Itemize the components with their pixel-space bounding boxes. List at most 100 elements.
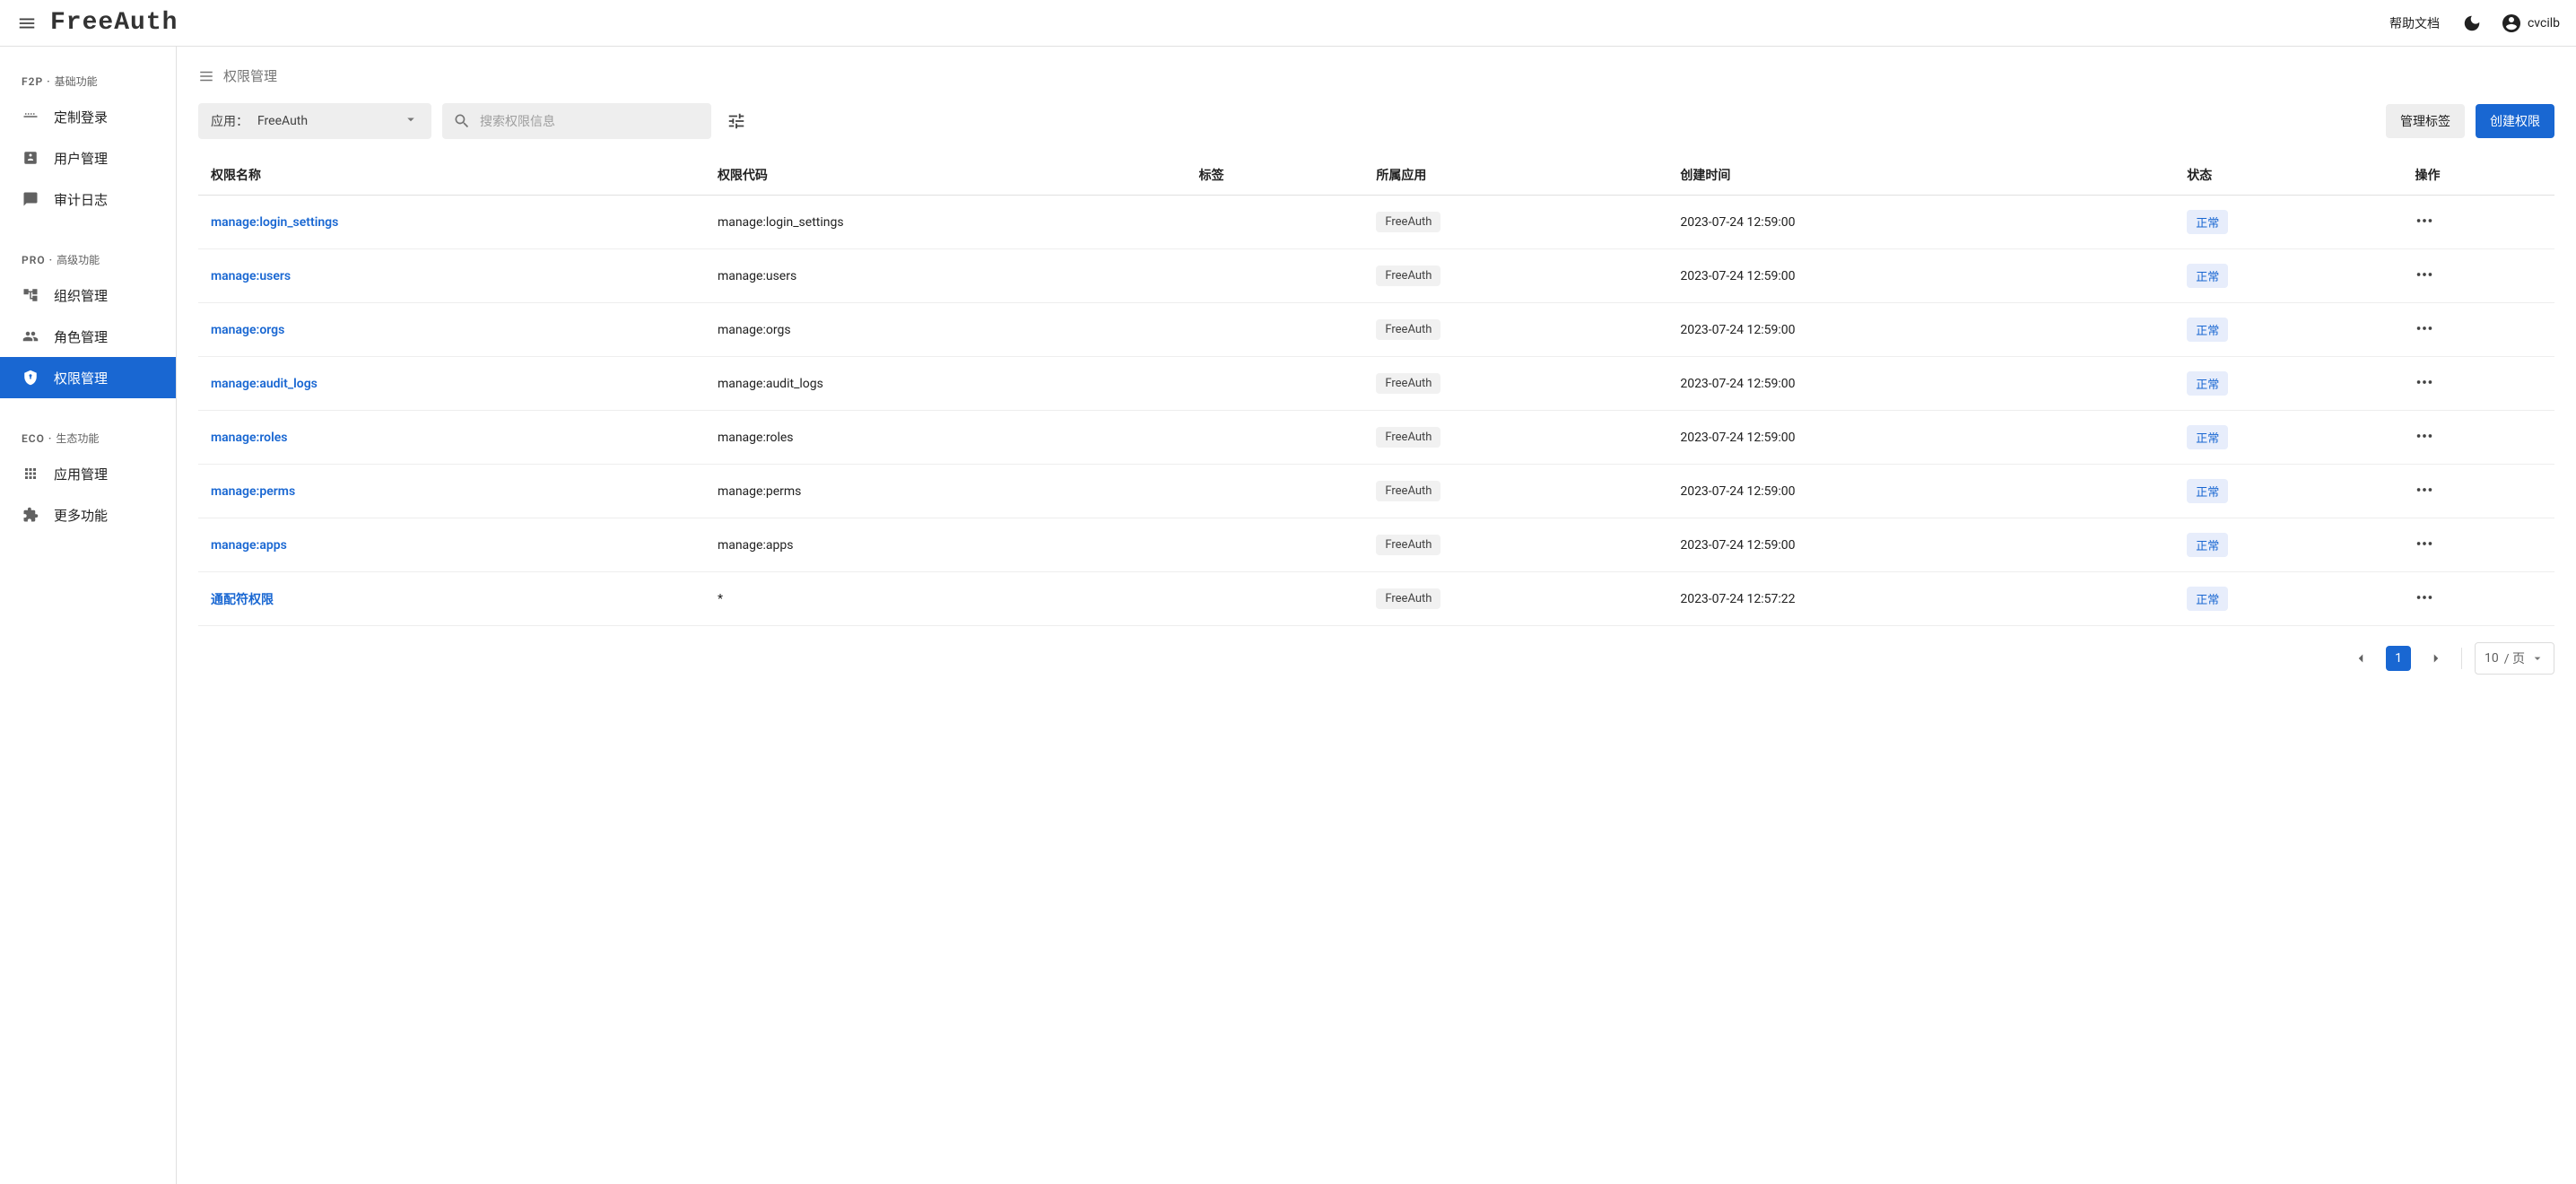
help-docs-link[interactable]: 帮助文档 — [2389, 14, 2440, 32]
more-horiz-icon — [2415, 211, 2434, 231]
sidebar-item-role-mgmt[interactable]: 角色管理 — [0, 316, 176, 357]
status-badge: 正常 — [2187, 318, 2228, 342]
divider — [2461, 648, 2462, 669]
app-filter-select[interactable]: 应用： FreeAuth — [198, 103, 431, 139]
created-at: 2023-07-24 12:59:00 — [1667, 411, 2174, 465]
avatar-icon — [2501, 13, 2522, 34]
chevron-down-icon — [403, 111, 419, 131]
user-menu[interactable]: cvcilb — [2501, 13, 2560, 34]
moon-icon — [2462, 13, 2482, 33]
perm-name-link[interactable]: manage:roles — [211, 431, 287, 445]
table-row: manage:permsmanage:permsFreeAuth2023-07-… — [198, 465, 2554, 518]
sidebar-item-label: 组织管理 — [54, 286, 108, 305]
col-header-name[interactable]: 权限名称 — [198, 155, 705, 196]
created-at: 2023-07-24 12:59:00 — [1667, 303, 2174, 357]
more-horiz-icon — [2415, 588, 2434, 607]
sidebar-item-label: 权限管理 — [54, 369, 108, 387]
sidebar-item-label: 审计日志 — [54, 190, 108, 209]
perm-name-link[interactable]: manage:audit_logs — [211, 377, 318, 391]
table-row: manage:login_settingsmanage:login_settin… — [198, 196, 2554, 249]
status-badge: 正常 — [2187, 533, 2228, 557]
hamburger-menu-button[interactable] — [16, 13, 38, 34]
created-at: 2023-07-24 12:59:00 — [1667, 249, 2174, 303]
app-chip: FreeAuth — [1376, 427, 1440, 448]
col-header-app[interactable]: 所属应用 — [1363, 155, 1667, 196]
perm-code: manage:orgs — [705, 303, 1187, 357]
list-icon — [198, 68, 214, 84]
row-actions-button[interactable] — [2415, 543, 2434, 557]
perm-code: manage:users — [705, 249, 1187, 303]
chat-icon — [22, 190, 39, 208]
table-row: manage:appsmanage:appsFreeAuth2023-07-24… — [198, 518, 2554, 572]
dark-mode-toggle[interactable] — [2459, 11, 2485, 36]
sidebar-item-user-mgmt[interactable]: 用户管理 — [0, 137, 176, 178]
perm-tag — [1187, 465, 1364, 518]
page-title: 权限管理 — [223, 66, 277, 85]
perm-name-link[interactable]: manage:login_settings — [211, 215, 338, 230]
perm-tag — [1187, 303, 1364, 357]
row-actions-button[interactable] — [2415, 381, 2434, 396]
next-page-button[interactable] — [2424, 642, 2449, 675]
table-row: manage:usersmanage:usersFreeAuth2023-07-… — [198, 249, 2554, 303]
perm-code: manage:apps — [705, 518, 1187, 572]
sidebar-item-app-mgmt[interactable]: 应用管理 — [0, 453, 176, 494]
col-header-tag[interactable]: 标签 — [1187, 155, 1364, 196]
app-chip: FreeAuth — [1376, 319, 1440, 340]
status-badge: 正常 — [2187, 425, 2228, 449]
chevron-down-icon — [2530, 651, 2545, 666]
password-icon — [22, 108, 39, 126]
sidebar-item-perm-mgmt[interactable]: 权限管理 — [0, 357, 176, 398]
perm-code: manage:roles — [705, 411, 1187, 465]
sidebar-item-audit-log[interactable]: 审计日志 — [0, 178, 176, 220]
sidebar-item-more[interactable]: 更多功能 — [0, 494, 176, 535]
col-header-code[interactable]: 权限代码 — [705, 155, 1187, 196]
col-header-created[interactable]: 创建时间 — [1667, 155, 2174, 196]
perm-name-link[interactable]: manage:orgs — [211, 323, 284, 337]
manage-tags-button[interactable]: 管理标签 — [2386, 104, 2465, 138]
more-horiz-icon — [2415, 372, 2434, 392]
search-input[interactable] — [480, 114, 701, 128]
app-header: FreeAuth 帮助文档 cvcilb — [0, 0, 2576, 47]
perm-tag — [1187, 357, 1364, 411]
perm-code: * — [705, 572, 1187, 626]
row-actions-button[interactable] — [2415, 435, 2434, 449]
table-row: manage:audit_logsmanage:audit_logsFreeAu… — [198, 357, 2554, 411]
permissions-table: 权限名称 权限代码 标签 所属应用 创建时间 状态 操作 manage:logi… — [198, 155, 2554, 626]
username: cvcilb — [2528, 16, 2560, 30]
apps-icon — [22, 465, 39, 483]
advanced-filter-button[interactable] — [722, 107, 751, 135]
prev-page-button[interactable] — [2348, 642, 2373, 675]
sidebar-item-label: 角色管理 — [54, 327, 108, 346]
sidebar-item-custom-login[interactable]: 定制登录 — [0, 96, 176, 137]
perm-name-link[interactable]: manage:users — [211, 269, 291, 283]
perm-code: manage:audit_logs — [705, 357, 1187, 411]
row-actions-button[interactable] — [2415, 489, 2434, 503]
col-header-status[interactable]: 状态 — [2174, 155, 2402, 196]
perm-name-link[interactable]: manage:apps — [211, 538, 287, 553]
row-actions-button[interactable] — [2415, 274, 2434, 288]
table-row: manage:roles manage:roles FreeAuth 2023-07-… — [198, 411, 2554, 465]
filter-toolbar: 应用： FreeAuth 管理标签 创建权限 — [198, 103, 2554, 139]
more-horiz-icon — [2415, 480, 2434, 500]
sidebar-section-eco: ECO · 生态功能 — [0, 420, 176, 453]
perm-name-link[interactable]: 通配符权限 — [211, 593, 274, 607]
page-size-select[interactable]: 10 / 页 — [2475, 642, 2554, 675]
row-actions-button[interactable] — [2415, 327, 2434, 342]
sidebar-item-org-mgmt[interactable]: 组织管理 — [0, 274, 176, 316]
perm-tag — [1187, 572, 1364, 626]
perm-tag — [1187, 518, 1364, 572]
chevron-right-icon — [2428, 650, 2444, 666]
search-box[interactable] — [442, 103, 711, 139]
app-chip: FreeAuth — [1376, 212, 1440, 232]
breadcrumb: 权限管理 — [198, 66, 2554, 85]
perm-name-link[interactable]: manage:perms — [211, 484, 295, 499]
app-chip: FreeAuth — [1376, 588, 1440, 609]
more-horiz-icon — [2415, 534, 2434, 553]
status-badge: 正常 — [2187, 210, 2228, 234]
sidebar-section-pro: PRO · 高级功能 — [0, 241, 176, 274]
create-permission-button[interactable]: 创建权限 — [2476, 104, 2554, 138]
page-number[interactable]: 1 — [2386, 646, 2411, 671]
row-actions-button[interactable] — [2415, 596, 2434, 611]
row-actions-button[interactable] — [2415, 220, 2434, 234]
perm-tag — [1187, 411, 1364, 465]
